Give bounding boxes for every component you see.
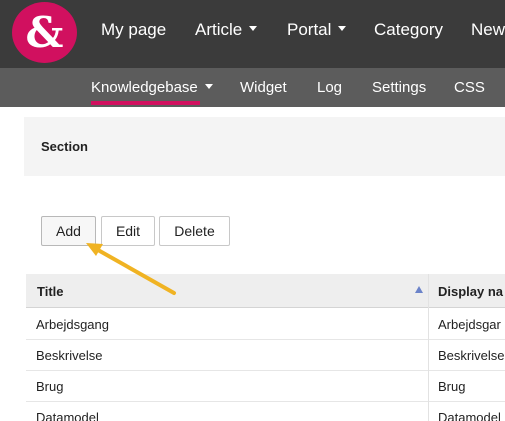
nav-item-category[interactable]: Category [374, 20, 443, 40]
edit-button[interactable]: Edit [101, 216, 155, 246]
cell-title: Datamodel [36, 410, 99, 421]
subnav-item-settings[interactable]: Settings [372, 79, 426, 96]
cell-display-name: Beskrivelse [438, 348, 505, 363]
subnav-item-knowledgebase[interactable]: Knowledgebase [91, 79, 213, 96]
nav-item-new[interactable]: New [471, 20, 505, 40]
section-title: Section [41, 139, 88, 154]
table-row[interactable]: Datamodel Datamodel [26, 402, 505, 421]
cell-title: Brug [36, 379, 64, 394]
logo-glyph: & [25, 7, 64, 57]
subnav-item-log[interactable]: Log [317, 79, 342, 96]
cell-display-name: Brug [438, 379, 466, 394]
sort-ascending-icon[interactable] [415, 286, 423, 293]
column-header-display-name[interactable]: Display na [438, 284, 503, 299]
chevron-down-icon [338, 26, 347, 32]
nav-item-portal[interactable]: Portal [287, 20, 347, 40]
sub-navbar: Knowledgebase Widget Log Settings CSS [0, 68, 505, 107]
delete-button[interactable]: Delete [159, 216, 230, 246]
table-row[interactable]: Beskrivelse Beskrivelse [26, 340, 505, 371]
chevron-down-icon [249, 26, 258, 32]
subnav-item-widget[interactable]: Widget [240, 79, 287, 96]
chevron-down-icon [204, 83, 213, 89]
table-row[interactable]: Arbejdsgang Arbejdsgar [26, 309, 505, 340]
nav-item-my-page[interactable]: My page [101, 20, 166, 40]
cell-display-name: Datamodel [438, 410, 501, 421]
table-header: Title Display na [26, 274, 505, 308]
subnav-item-css[interactable]: CSS [454, 79, 485, 96]
top-navbar: & My page Article Portal Category New [0, 0, 505, 68]
column-divider [428, 274, 429, 421]
column-header-title[interactable]: Title [37, 284, 64, 299]
add-button[interactable]: Add [41, 216, 96, 246]
nav-item-article[interactable]: Article [195, 20, 258, 40]
table-row[interactable]: Brug Brug [26, 371, 505, 402]
active-tab-indicator [91, 101, 200, 105]
section-panel: Section [24, 117, 505, 176]
cell-display-name: Arbejdsgar [438, 317, 501, 332]
cell-title: Arbejdsgang [36, 317, 109, 332]
cell-title: Beskrivelse [36, 348, 103, 363]
brand-logo[interactable]: & [12, 2, 77, 63]
